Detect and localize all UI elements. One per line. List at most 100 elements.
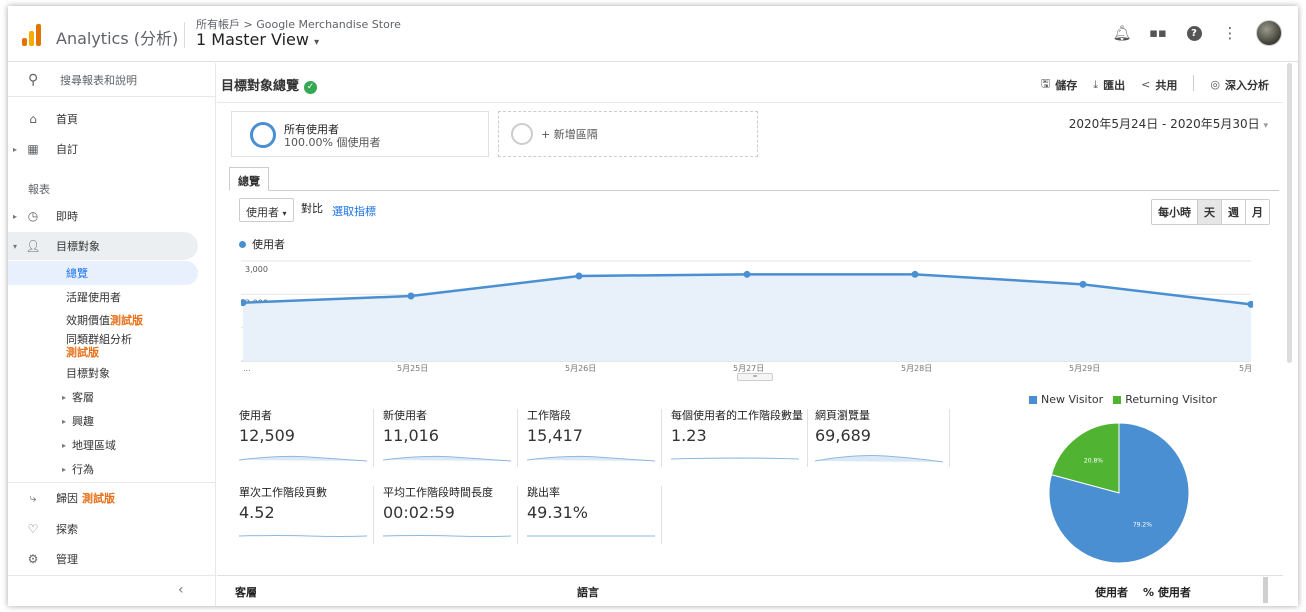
segment-card[interactable]: 所有使用者 100.00% 個使用者 <box>231 111 489 157</box>
legend-returning-visitor[interactable]: Returning Visitor <box>1113 393 1217 406</box>
share-icon: < <box>1141 78 1151 91</box>
sidebar-item-home[interactable]: ⌂ 首頁 <box>8 105 216 133</box>
kpi-pages-per-session[interactable]: 單次工作階段頁數 4.52 <box>239 484 381 546</box>
add-segment-button[interactable]: + 新增區隔 <box>498 111 758 157</box>
data-point[interactable] <box>911 270 919 278</box>
data-point[interactable] <box>575 272 583 280</box>
sidebar-search[interactable]: ⚲ 搜尋報表和說明 <box>8 63 215 97</box>
visitor-pie-chart[interactable]: 20.8% 79.2% <box>1039 413 1199 573</box>
legend-new-visitor[interactable]: New Visitor <box>1029 393 1103 406</box>
sparkline <box>239 535 367 537</box>
sparkline <box>383 455 511 462</box>
granularity-hour[interactable]: 每小時 <box>1152 200 1198 224</box>
more-vert-icon[interactable]: ⋮ <box>1220 21 1240 45</box>
users-line-chart[interactable]: 3,0002,0001,000...5月25日5月26日5月27日5月28日5月… <box>241 251 1253 373</box>
tab-overview[interactable]: 總覽 <box>229 167 269 191</box>
kpi-pageviews[interactable]: 網頁瀏覽量 69,689 <box>815 407 957 469</box>
analytics-logo[interactable] <box>22 22 44 46</box>
page-scrollbar[interactable] <box>1287 63 1292 363</box>
col-demographics[interactable]: 客層 <box>235 584 257 600</box>
home-icon: ⌂ <box>29 112 37 126</box>
granularity-day[interactable]: 天 <box>1198 200 1222 224</box>
kpi-bounce-rate[interactable]: 跳出率 49.31% <box>527 484 669 546</box>
divider <box>8 575 216 576</box>
col-users-pct[interactable]: % 使用者 <box>1143 584 1191 600</box>
select-metric-link[interactable]: 選取指標 <box>332 203 376 219</box>
legend-swatch <box>1113 396 1122 404</box>
view-selector[interactable]: 1 Master View ▾ <box>196 30 319 49</box>
sidebar-item-overview[interactable]: 總覽 <box>8 261 198 285</box>
search-icon: ⚲ <box>28 71 39 88</box>
verified-check-icon: ✓ <box>304 81 318 94</box>
x-tick-label: 5月26日 <box>565 364 596 373</box>
sidebar-item-interests[interactable]: ▸ 興趣 <box>8 409 94 433</box>
kpi-sessions[interactable]: 工作階段 15,417 <box>527 407 669 469</box>
segment-share: 100.00% 個使用者 <box>284 136 381 149</box>
top-bar: Analytics (分析) 所有帳戶 > Google Merchandise… <box>8 6 1298 62</box>
col-language[interactable]: 語言 <box>577 584 599 600</box>
date-range-picker[interactable]: 2020年5月24日 - 2020年5月30日 ▾ <box>1069 115 1268 132</box>
x-tick-label: 5月28日 <box>901 364 932 373</box>
kpi-users[interactable]: 使用者 12,509 <box>239 407 381 469</box>
sidebar-item-audience[interactable]: ▾ 👤︎ 目標對象 <box>8 232 198 260</box>
chevron-down-icon: ▾ <box>314 37 320 48</box>
insights-button[interactable]: ◎ 深入分析 <box>1210 75 1269 94</box>
sparkline <box>815 455 943 463</box>
metric-select[interactable]: 使用者 ▾ <box>239 198 294 222</box>
dashboard-icon: ▦ <box>27 142 39 156</box>
data-point[interactable] <box>1079 280 1087 288</box>
series-legend: 使用者 <box>239 236 285 252</box>
beta-badge: 測試版 <box>66 346 99 359</box>
granularity-month[interactable]: 月 <box>1246 200 1269 224</box>
sidebar-item-audiences[interactable]: 目標對象 <box>8 361 216 385</box>
granularity-week[interactable]: 週 <box>1222 200 1246 224</box>
search-input[interactable]: 搜尋報表和說明 <box>60 72 137 88</box>
caret-right-icon: ▸ <box>12 144 17 154</box>
sidebar-item-custom[interactable]: ▸ ▦ 自訂 <box>8 135 216 163</box>
data-point[interactable] <box>407 292 415 300</box>
sidebar-item-discover[interactable]: ♡ 探索 <box>8 515 216 543</box>
sparkline <box>239 455 367 462</box>
gear-icon: ⚙ <box>27 552 39 566</box>
sidebar-item-active-users[interactable]: 活躍使用者 <box>8 285 216 309</box>
app-title: Analytics (分析) <box>56 29 179 48</box>
save-button[interactable]: 🖫 儲存 <box>1041 75 1077 94</box>
kpi-avg-session-duration[interactable]: 平均工作階段時間長度 00:02:59 <box>383 484 525 546</box>
sidebar-item-admin[interactable]: ⚙ 管理 <box>8 545 216 573</box>
sidebar-item-demographics[interactable]: ▸ 客層 <box>8 385 94 409</box>
caret-right-icon: ▸ <box>62 464 67 474</box>
sidebar-item-behavior[interactable]: ▸ 行為 <box>8 457 94 481</box>
caret-right-icon: ▸ <box>12 211 17 221</box>
save-icon: 🖫 <box>1040 77 1051 90</box>
x-tick-label: 5月25日 <box>397 364 428 373</box>
caret-down-icon: ▾ <box>12 241 17 251</box>
main-content: 目標對象總覽 ✓ 🖫 儲存 ⤓ 匯出 < 共用 ◎ 深入分析 所有使用者 100.00% … <box>217 63 1298 606</box>
sidebar: ⚲ 搜尋報表和說明 ⌂ 首頁 ▸ ▦ 自訂 報表 ▸ ◷ 即時 ▾ 👤︎ 目標對象 總覽 活躍… <box>8 63 216 606</box>
sparkline <box>527 455 655 462</box>
help-icon[interactable]: ? <box>1184 21 1204 45</box>
data-point[interactable] <box>743 270 751 278</box>
beta-badge: 測試版 <box>82 492 115 505</box>
collapse-sidebar-icon[interactable]: ‹ <box>178 582 184 598</box>
avatar[interactable] <box>1256 20 1282 46</box>
sidebar-item-lifetime-value[interactable]: 效期價值 測試版 <box>8 308 216 332</box>
sidebar-item-cohort[interactable]: 同類群組分析 測試版 <box>8 331 216 361</box>
sidebar-item-geo[interactable]: ▸ 地理區域 <box>8 433 116 457</box>
chart-resize-handle[interactable]: ═ <box>737 373 773 381</box>
caret-right-icon: ▸ <box>62 416 67 426</box>
export-button[interactable]: ⤓ 匯出 <box>1093 75 1125 94</box>
chevron-down-icon: ▾ <box>1263 121 1268 131</box>
kpi-new-users[interactable]: 新使用者 11,016 <box>383 407 525 469</box>
sidebar-item-attribution[interactable]: ⤷ 歸因 測試版 <box>8 484 216 512</box>
table-scrollbar[interactable] <box>1263 577 1268 603</box>
chevron-down-icon: ▾ <box>282 209 287 218</box>
caret-right-icon: ▸ <box>62 440 67 450</box>
bell-icon[interactable]: 🔔︎ <box>1112 21 1132 45</box>
col-users[interactable]: 使用者 <box>1095 584 1128 600</box>
sidebar-item-realtime[interactable]: ▸ ◷ 即時 <box>8 202 216 230</box>
caret-right-icon: ▸ <box>62 392 67 402</box>
share-button[interactable]: < 共用 <box>1141 75 1177 94</box>
reports-section-label: 報表 <box>28 183 50 196</box>
kpi-sessions-per-user[interactable]: 每個使用者的工作階段數量 1.23 <box>671 407 813 469</box>
apps-icon[interactable]: ▪▪ <box>1148 21 1168 45</box>
